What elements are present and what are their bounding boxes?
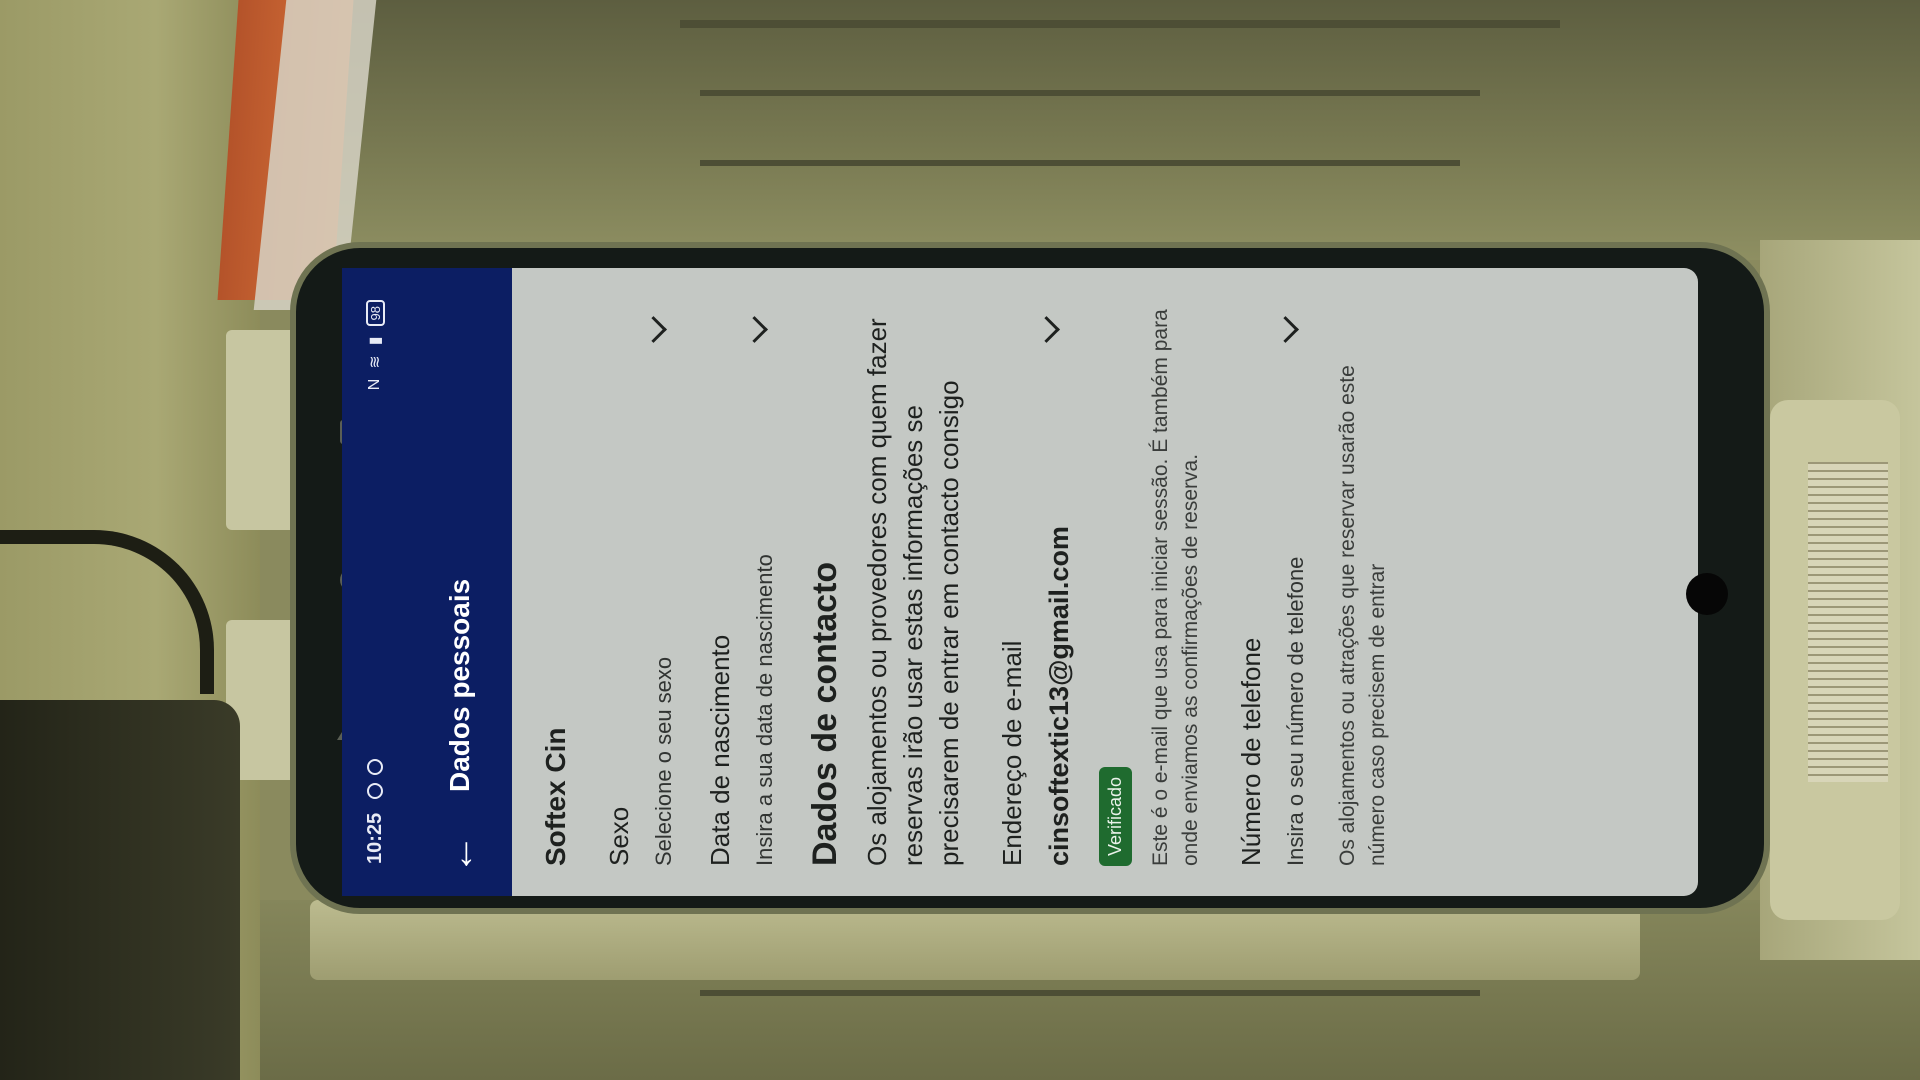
phone-placeholder: Insira o seu número de telefone <box>1283 556 1308 866</box>
notification-icon <box>367 758 383 775</box>
birth-date-placeholder: Insira a sua data de nascimento <box>752 554 777 866</box>
gender-field[interactable]: Sexo Selecione o seu sexo <box>604 298 677 866</box>
nfc-icon: N <box>366 378 383 391</box>
status-time: 10:25 <box>363 812 386 864</box>
birth-date-field[interactable]: Data de nascimento Insira a sua data de … <box>705 298 778 866</box>
shelf-rail <box>700 160 1460 166</box>
contact-section-title: Dados de contacto <box>806 561 844 866</box>
phone-field[interactable]: Número de telefone Insira o seu número d… <box>1236 298 1393 866</box>
email-field[interactable]: Endereço de e-mail cinsoftextic13@gmail.… <box>997 298 1206 866</box>
shelf-rail <box>700 90 1480 96</box>
camera-block <box>0 700 240 1080</box>
phone-screen: 10:25 N ≋ ▮ 98 ← Dados pessoais Softex C… <box>342 268 1698 896</box>
email-label: Endereço de e-mail <box>997 640 1027 866</box>
wifi-icon: ≋ <box>367 355 384 369</box>
signal-icon: ▮ <box>367 336 384 346</box>
profile-name: Softex Cin <box>540 727 571 866</box>
gender-label: Sexo <box>604 806 634 866</box>
app-bar: ← Dados pessoais <box>408 268 512 896</box>
phone-clip <box>226 330 296 530</box>
battery-icon: 98 <box>365 300 385 327</box>
form-content: Softex Cin Sexo Selecione o seu sexo Dat… <box>512 268 1698 896</box>
shelf-rail <box>700 990 1480 996</box>
shelf-rail <box>680 20 1560 28</box>
globe-icon <box>367 782 383 799</box>
arrow-left-icon[interactable]: ← <box>438 814 482 874</box>
email-value: cinsoftextic13@gmail.com <box>1044 526 1074 866</box>
contact-section-description: Os alojamentos ou provedores com quem fa… <box>862 318 964 866</box>
gender-placeholder: Selecione o seu sexo <box>651 656 676 866</box>
verified-badge: Verificado <box>1099 766 1132 866</box>
phone-helper-text: Os alojamentos ou atrações que reservar … <box>1336 365 1389 866</box>
birth-date-label: Data de nascimento <box>705 634 735 866</box>
front-camera <box>1686 573 1728 615</box>
phone-label: Número de telefone <box>1236 637 1266 866</box>
status-bar: 10:25 N ≋ ▮ 98 <box>342 268 408 896</box>
page-title: Dados pessoais <box>444 578 475 792</box>
email-helper-text: Este é o e-mail que usa para iniciar ses… <box>1149 309 1202 866</box>
warning-sticker <box>1808 462 1888 782</box>
system-icons: N ≋ ▮ 98 <box>365 300 385 390</box>
background-shelf <box>260 0 1920 260</box>
status-icons <box>367 758 383 799</box>
